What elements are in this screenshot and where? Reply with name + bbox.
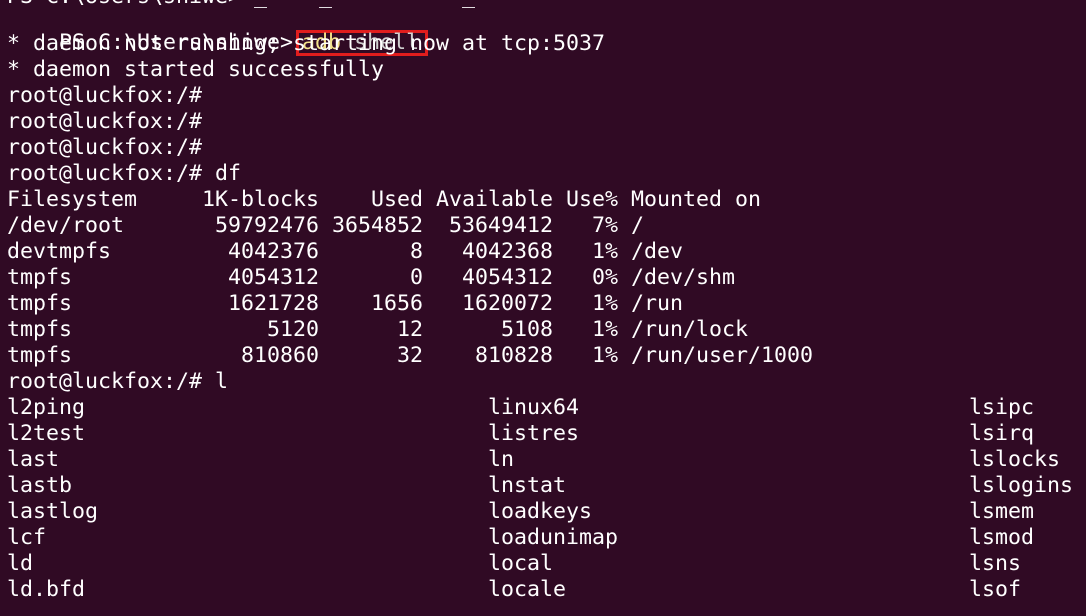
completion-row: l2ping linux64 lsipc bbox=[0, 395, 1086, 421]
df-cell: 1% bbox=[591, 317, 618, 342]
df-table-row: tmpfs 5120 12 5108 1% /run/lock bbox=[7, 317, 1086, 343]
ps-command-line: PS C:\Users\shiwe> adb shell bbox=[7, 4, 429, 56]
df-table-row: tmpfs 1621728 1656 1620072 1% /run bbox=[7, 291, 1086, 317]
df-header-available: Available bbox=[436, 187, 554, 212]
completion-item: lastb bbox=[7, 473, 73, 498]
completion-item: lsipc bbox=[969, 395, 1035, 420]
df-header-filesystem: Filesystem bbox=[7, 187, 138, 212]
df-cell: 810828 bbox=[474, 343, 553, 368]
completion-row: lastlog loadkeys lsmem bbox=[0, 499, 1086, 525]
df-cell: tmpfs bbox=[7, 343, 73, 368]
df-cell: 12 bbox=[396, 317, 423, 342]
completion-item: linux64 bbox=[488, 395, 580, 420]
completion-row: ld local lsns bbox=[0, 551, 1086, 577]
completion-item: local bbox=[488, 551, 554, 576]
df-header-blocks: 1K-blocks bbox=[202, 187, 320, 212]
df-table-row: tmpfs 810860 32 810828 1% /run/user/1000 bbox=[7, 343, 1086, 369]
df-cell: 5120 bbox=[266, 317, 319, 342]
df-cell: /dev/shm bbox=[631, 265, 736, 290]
completion-item: lcf bbox=[7, 525, 47, 550]
df-header-row: Filesystem 1K-blocks Used Available Use%… bbox=[7, 187, 761, 213]
completion-item: ld bbox=[7, 551, 34, 576]
completion-item: listres bbox=[488, 421, 580, 446]
completion-item: lsmod bbox=[969, 525, 1035, 550]
completion-item: lnstat bbox=[488, 473, 567, 498]
df-cell: 0 bbox=[409, 265, 423, 290]
df-header-mounted: Mounted on bbox=[631, 187, 762, 212]
shell-prompt-line: root@luckfox:/# bbox=[7, 135, 203, 160]
df-cell: 1% bbox=[591, 239, 618, 264]
df-cell: 32 bbox=[396, 343, 423, 368]
completion-row: lcf loadunimap lsmod bbox=[0, 525, 1086, 551]
df-header-usepct: Use% bbox=[566, 187, 619, 212]
completion-item: lsmem bbox=[969, 499, 1035, 524]
completion-row: ld.bfd locale lsof bbox=[0, 577, 1086, 603]
shell-prompt-line: root@luckfox:/# bbox=[7, 109, 203, 134]
completion-item: last bbox=[7, 447, 60, 472]
output-line: * daemon not running; starting now at tc… bbox=[7, 31, 606, 56]
df-cell: /run/lock bbox=[631, 317, 749, 342]
shell-prompt-line: root@luckfox:/# bbox=[7, 83, 203, 108]
df-cell: devtmpfs bbox=[7, 239, 112, 264]
df-cell: 1620072 bbox=[461, 291, 553, 316]
df-cell: / bbox=[631, 213, 645, 238]
df-cell: tmpfs bbox=[7, 317, 73, 342]
df-header-used: Used bbox=[371, 187, 424, 212]
completion-item: locale bbox=[488, 577, 567, 602]
completion-item: lsof bbox=[969, 577, 1022, 602]
df-cell: 4042376 bbox=[227, 239, 319, 264]
df-cell: 7% bbox=[591, 213, 618, 238]
df-cell: 5108 bbox=[500, 317, 553, 342]
completion-row: last ln lslocks bbox=[0, 447, 1086, 473]
completion-item: lslocks bbox=[969, 447, 1061, 472]
completion-row: l2test listres lsirq bbox=[0, 421, 1086, 447]
completion-item: ln bbox=[488, 447, 515, 472]
completion-item: lslogins bbox=[969, 473, 1074, 498]
output-line: * daemon started successfully bbox=[7, 57, 385, 82]
terminal-window[interactable]: PS C:\Users\shiwe> _ _ _ PS C:\Users\shi… bbox=[0, 0, 1086, 616]
completion-row: lastb lnstat lslogins bbox=[0, 473, 1086, 499]
ls-prompt-line: root@luckfox:/# l bbox=[7, 369, 229, 394]
df-cell: 4054312 bbox=[461, 265, 553, 290]
completion-item: lastlog bbox=[7, 499, 99, 524]
completion-item: ld.bfd bbox=[7, 577, 86, 602]
df-cell: /dev/root bbox=[7, 213, 125, 238]
df-cell: 1% bbox=[591, 291, 618, 316]
df-cell: 4042368 bbox=[461, 239, 553, 264]
df-cell: 53649412 bbox=[448, 213, 553, 238]
df-table-row: /dev/root 59792476 3654852 53649412 7% / bbox=[7, 213, 1086, 239]
completion-item: lsirq bbox=[969, 421, 1035, 446]
df-cell: 59792476 bbox=[214, 213, 319, 238]
df-cell: 0% bbox=[591, 265, 618, 290]
df-cell: tmpfs bbox=[7, 265, 73, 290]
completion-item: l2ping bbox=[7, 395, 86, 420]
df-cell: 810860 bbox=[240, 343, 319, 368]
completion-item: l2test bbox=[7, 421, 86, 446]
df-cell: /run/user/1000 bbox=[631, 343, 814, 368]
df-command-line: root@luckfox:/# df bbox=[7, 161, 242, 186]
df-cell: /dev bbox=[631, 239, 684, 264]
df-table-row: tmpfs 4054312 0 4054312 0% /dev/shm bbox=[7, 265, 1086, 291]
df-cell: 1656 bbox=[370, 291, 423, 316]
df-cell: 1621728 bbox=[227, 291, 319, 316]
df-cell: /run bbox=[631, 291, 684, 316]
completion-item: lsns bbox=[969, 551, 1022, 576]
df-cell: tmpfs bbox=[7, 291, 73, 316]
df-table-row: devtmpfs 4042376 8 4042368 1% /dev bbox=[7, 239, 1086, 265]
df-cell: 8 bbox=[409, 239, 423, 264]
df-cell: 4054312 bbox=[227, 265, 319, 290]
df-cell: 3654852 bbox=[331, 213, 423, 238]
completion-item: loadunimap bbox=[488, 525, 619, 550]
df-cell: 1% bbox=[591, 343, 618, 368]
completion-item: loadkeys bbox=[488, 499, 593, 524]
